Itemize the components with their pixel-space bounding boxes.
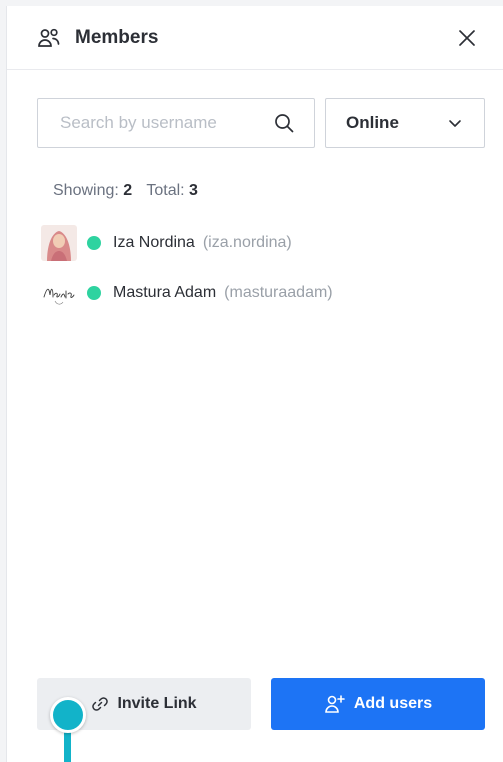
member-name: Iza Nordina bbox=[113, 234, 195, 251]
status-filter-select[interactable]: Online bbox=[325, 98, 485, 148]
showing-count: 2 bbox=[123, 182, 133, 199]
showing-label: Showing: bbox=[53, 182, 119, 199]
member-username: (iza.nordina) bbox=[202, 234, 292, 251]
close-button[interactable] bbox=[451, 22, 483, 54]
add-users-button[interactable]: Add users bbox=[271, 678, 485, 730]
total-count: 3 bbox=[189, 182, 198, 199]
member-name: Mastura Adam bbox=[113, 284, 217, 301]
cursor-marker bbox=[50, 697, 86, 762]
list-item[interactable]: Iza Nordina (iza.nordina) bbox=[41, 218, 503, 268]
total-label: Total: bbox=[146, 182, 185, 199]
status-online-indicator bbox=[87, 236, 101, 250]
panel-header: Members bbox=[7, 6, 503, 70]
add-users-label: Add users bbox=[353, 695, 433, 712]
list-item[interactable]: Mastura Adam (masturaadam) bbox=[41, 268, 503, 318]
status-filter-value: Online bbox=[346, 113, 399, 132]
search-box bbox=[37, 98, 315, 148]
members-panel: Members Online Showing: 2 Total: 3 bbox=[6, 6, 503, 762]
close-icon bbox=[459, 29, 475, 46]
member-list: Iza Nordina (iza.nordina) Mastura Adam (… bbox=[7, 200, 503, 318]
search-input[interactable] bbox=[58, 112, 274, 134]
avatar bbox=[41, 275, 77, 311]
filters-row: Online bbox=[7, 70, 503, 148]
cursor-dot bbox=[50, 697, 86, 733]
panel-footer: Invite Link Add users bbox=[37, 678, 485, 730]
members-icon bbox=[37, 26, 61, 50]
search-icon[interactable] bbox=[274, 113, 294, 133]
link-icon bbox=[92, 697, 109, 711]
member-counts: Showing: 2 Total: 3 bbox=[7, 148, 503, 200]
panel-title: Members bbox=[75, 26, 159, 48]
invite-link-label: Invite Link bbox=[117, 695, 197, 712]
chevron-down-icon bbox=[449, 120, 461, 127]
avatar bbox=[41, 225, 77, 261]
status-online-indicator bbox=[87, 286, 101, 300]
add-user-icon bbox=[325, 695, 345, 713]
member-username: (masturaadam) bbox=[224, 284, 333, 301]
